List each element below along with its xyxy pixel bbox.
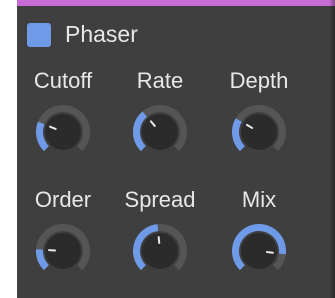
panel-edge-shadow — [329, 0, 335, 298]
depth-knob[interactable] — [231, 104, 287, 160]
knob-label-depth: Depth — [229, 68, 289, 93]
spread-knob-graphic — [133, 224, 187, 271]
knob-unit-order: Order — [17, 187, 113, 297]
cutoff-arc-value — [36, 121, 50, 152]
mix-knob-graphic — [232, 224, 286, 271]
knob-label-cutoff: Cutoff — [33, 68, 93, 93]
rate-knob[interactable] — [132, 104, 188, 160]
knob-label-spread: Spread — [124, 187, 196, 212]
phaser-panel: Phaser Cutoff Rate Depth Order Spread Mi… — [17, 0, 335, 298]
cutoff-knob-graphic — [36, 105, 90, 152]
order-knob-graphic — [36, 224, 90, 271]
rate-knob-body — [142, 114, 178, 150]
knob-label-mix: Mix — [241, 187, 277, 212]
knob-label-rate: Rate — [136, 68, 184, 93]
panel-accent-bar — [17, 0, 335, 6]
spread-pointer — [157, 236, 161, 245]
panel-title: Phaser — [65, 21, 138, 47]
knob-unit-cutoff: Cutoff — [17, 68, 113, 178]
mix-knob[interactable] — [231, 223, 287, 279]
spread-knob[interactable] — [132, 223, 188, 279]
spread-knob-body — [142, 233, 178, 269]
mix-knob-body — [241, 233, 277, 269]
knob-unit-spread: Spread — [110, 187, 210, 297]
rate-knob-graphic — [133, 105, 187, 152]
order-knob[interactable] — [35, 223, 91, 279]
depth-knob-body — [241, 114, 277, 150]
knob-label-order: Order — [34, 187, 92, 212]
mix-pointer — [265, 251, 274, 254]
knob-unit-rate: Rate — [110, 68, 210, 178]
cutoff-knob[interactable] — [35, 104, 91, 160]
cutoff-knob-body — [45, 114, 81, 150]
depth-knob-graphic — [232, 105, 286, 152]
enable-toggle[interactable] — [27, 23, 51, 47]
knob-unit-depth: Depth — [209, 68, 309, 178]
knob-unit-mix: Mix — [209, 187, 309, 297]
